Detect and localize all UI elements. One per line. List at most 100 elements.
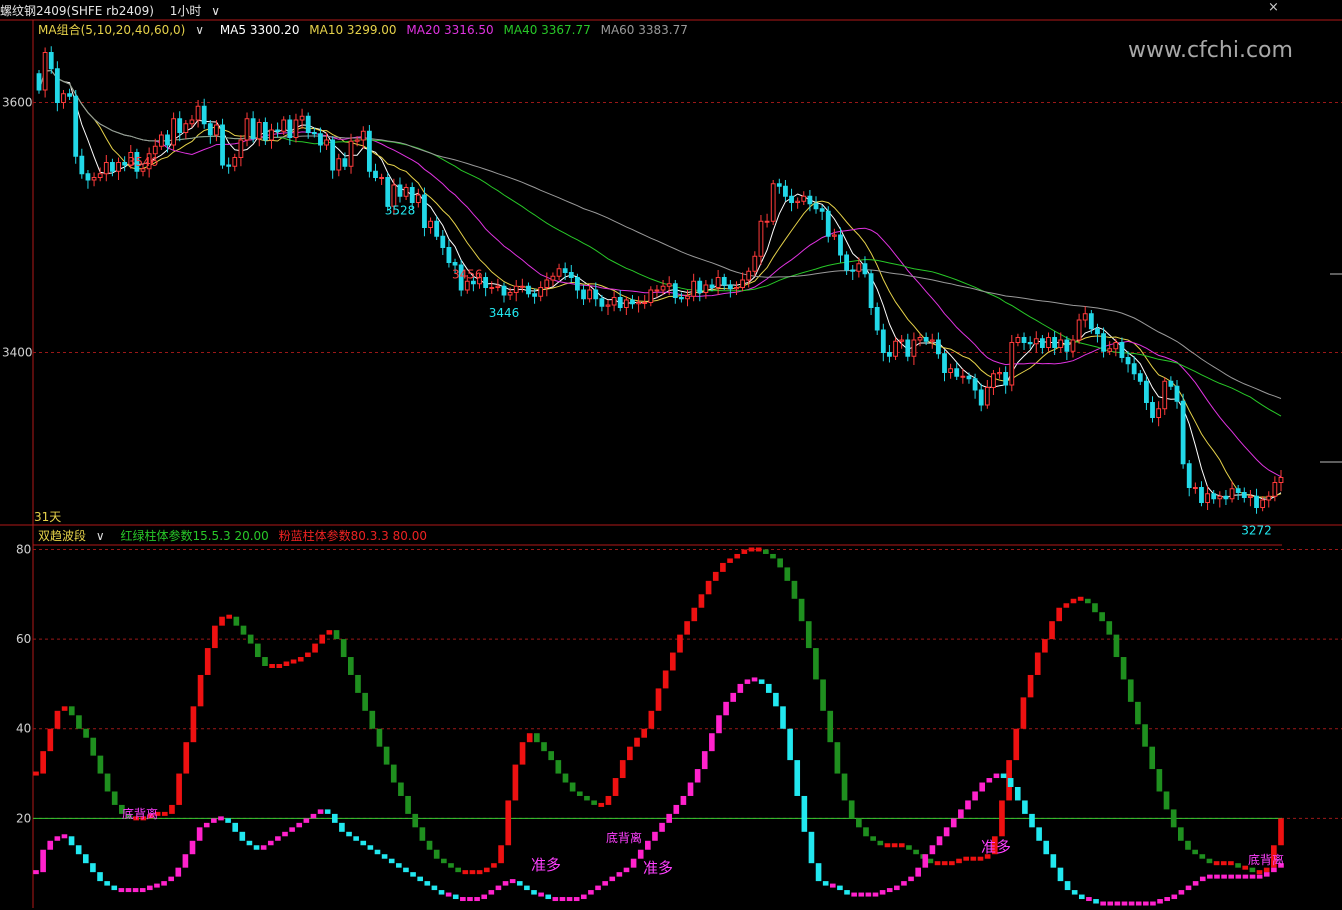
candle-body bbox=[1211, 493, 1217, 500]
green-bar bbox=[355, 674, 361, 693]
cyan-bar bbox=[815, 863, 822, 882]
candle-body bbox=[593, 289, 599, 300]
red-bar bbox=[1034, 652, 1041, 675]
candle-body bbox=[1205, 493, 1210, 503]
green-bar bbox=[541, 742, 547, 752]
red-bar bbox=[1027, 674, 1034, 698]
red-bar bbox=[956, 858, 962, 864]
candle-body bbox=[1064, 339, 1070, 352]
red-bar bbox=[662, 670, 669, 689]
pink-bar bbox=[1271, 867, 1277, 873]
candle-body bbox=[1003, 372, 1009, 386]
price-high-label: 3456 bbox=[452, 268, 483, 282]
cyan-bar bbox=[844, 890, 850, 895]
pink-bar bbox=[538, 892, 544, 897]
signal-bottom-divergence: 底背离 bbox=[122, 806, 158, 821]
cyan-bar bbox=[90, 863, 96, 873]
candle-body bbox=[1241, 492, 1247, 498]
watermark: www.cfchi.com bbox=[1128, 38, 1293, 63]
red-bar bbox=[941, 861, 948, 866]
close-icon[interactable]: × bbox=[1268, 0, 1279, 15]
green-bar bbox=[390, 764, 397, 783]
pink-bar bbox=[154, 883, 160, 888]
pink-bar bbox=[218, 816, 224, 821]
green-bar bbox=[104, 773, 111, 792]
red-bar bbox=[462, 870, 469, 875]
red-bar bbox=[627, 746, 633, 761]
pink-bar bbox=[872, 892, 879, 897]
pink-bar bbox=[730, 692, 737, 702]
cyan-bar bbox=[1007, 778, 1014, 787]
candle-body bbox=[238, 139, 244, 158]
green-bar bbox=[1199, 854, 1206, 859]
pink-bar bbox=[673, 804, 680, 814]
pink-bar bbox=[865, 892, 872, 897]
red-bar bbox=[469, 870, 476, 875]
candle-body bbox=[250, 118, 256, 140]
chart-canvas[interactable]: 3600 3400 3528 3546 3446 3456 3272 31天 80 60 40 20 底… bbox=[0, 0, 1342, 910]
candle-body bbox=[660, 285, 666, 291]
pink-bar bbox=[929, 845, 936, 855]
pink-bar bbox=[637, 849, 644, 859]
red-bar bbox=[605, 795, 612, 805]
cyan-bar bbox=[339, 822, 345, 832]
pink-bar bbox=[1171, 894, 1178, 900]
pink-bar bbox=[275, 836, 281, 841]
candle-body bbox=[1180, 400, 1186, 465]
candle-body bbox=[1082, 313, 1088, 321]
red-bar bbox=[47, 728, 54, 752]
indicator-param-red-green: 红绿柱体参数15.5.3 20.00 bbox=[120, 529, 269, 543]
indicator-selector[interactable]: 双趋波段 ∨ bbox=[38, 529, 114, 543]
candle-body bbox=[366, 130, 372, 172]
green-bar bbox=[1135, 701, 1141, 725]
red-bar bbox=[741, 549, 748, 554]
red-bar bbox=[312, 643, 318, 653]
red-bar bbox=[319, 634, 326, 644]
pink-bar bbox=[175, 867, 182, 877]
pink-bar bbox=[652, 831, 658, 841]
candle-body bbox=[354, 139, 360, 142]
candle-body bbox=[813, 203, 819, 210]
pink-bar bbox=[296, 822, 303, 828]
period-selector[interactable]: 1小时 ∨ bbox=[170, 4, 226, 18]
pink-bar bbox=[118, 888, 125, 893]
candle-body bbox=[801, 195, 807, 202]
cyan-bar bbox=[1071, 890, 1078, 895]
candle-body bbox=[1137, 373, 1143, 382]
candle-body bbox=[905, 339, 911, 357]
candle-body bbox=[183, 123, 189, 133]
red-bar bbox=[1042, 639, 1048, 653]
candle-body bbox=[207, 123, 213, 136]
green-bar bbox=[412, 813, 419, 828]
red-bar bbox=[1070, 598, 1077, 604]
candle-body bbox=[605, 304, 611, 307]
pink-bar bbox=[566, 897, 573, 902]
pink-bar bbox=[1185, 885, 1192, 891]
cyan-bar bbox=[232, 822, 239, 832]
pink-bar bbox=[61, 834, 68, 839]
cyan-bar bbox=[68, 836, 75, 846]
pink-bar bbox=[189, 840, 196, 855]
candle-body bbox=[483, 277, 489, 288]
pink-bar bbox=[1192, 881, 1199, 886]
green-bar bbox=[1249, 867, 1256, 873]
candle-body bbox=[293, 119, 299, 138]
candle-body bbox=[379, 177, 385, 179]
candle-body bbox=[648, 289, 654, 303]
red-bar bbox=[641, 728, 648, 738]
cyan-bar bbox=[346, 831, 352, 837]
candle-body bbox=[746, 270, 752, 281]
pink-bar bbox=[609, 876, 616, 882]
green-bar bbox=[848, 800, 855, 819]
candle-body bbox=[807, 195, 813, 205]
red-bar bbox=[705, 580, 712, 595]
green-bar bbox=[827, 710, 834, 743]
candle-body bbox=[948, 368, 954, 373]
candle-body bbox=[397, 184, 403, 197]
candle-body bbox=[262, 122, 268, 141]
pink-bar bbox=[829, 883, 836, 888]
chart-header: 螺纹钢2409(SHFE rb2409) 1小时 ∨ bbox=[0, 2, 232, 20]
candle-body bbox=[1021, 337, 1027, 343]
candle-body bbox=[1009, 342, 1015, 386]
ma-group-selector[interactable]: MA组合(5,10,20,40,60,0) ∨ bbox=[38, 23, 214, 37]
